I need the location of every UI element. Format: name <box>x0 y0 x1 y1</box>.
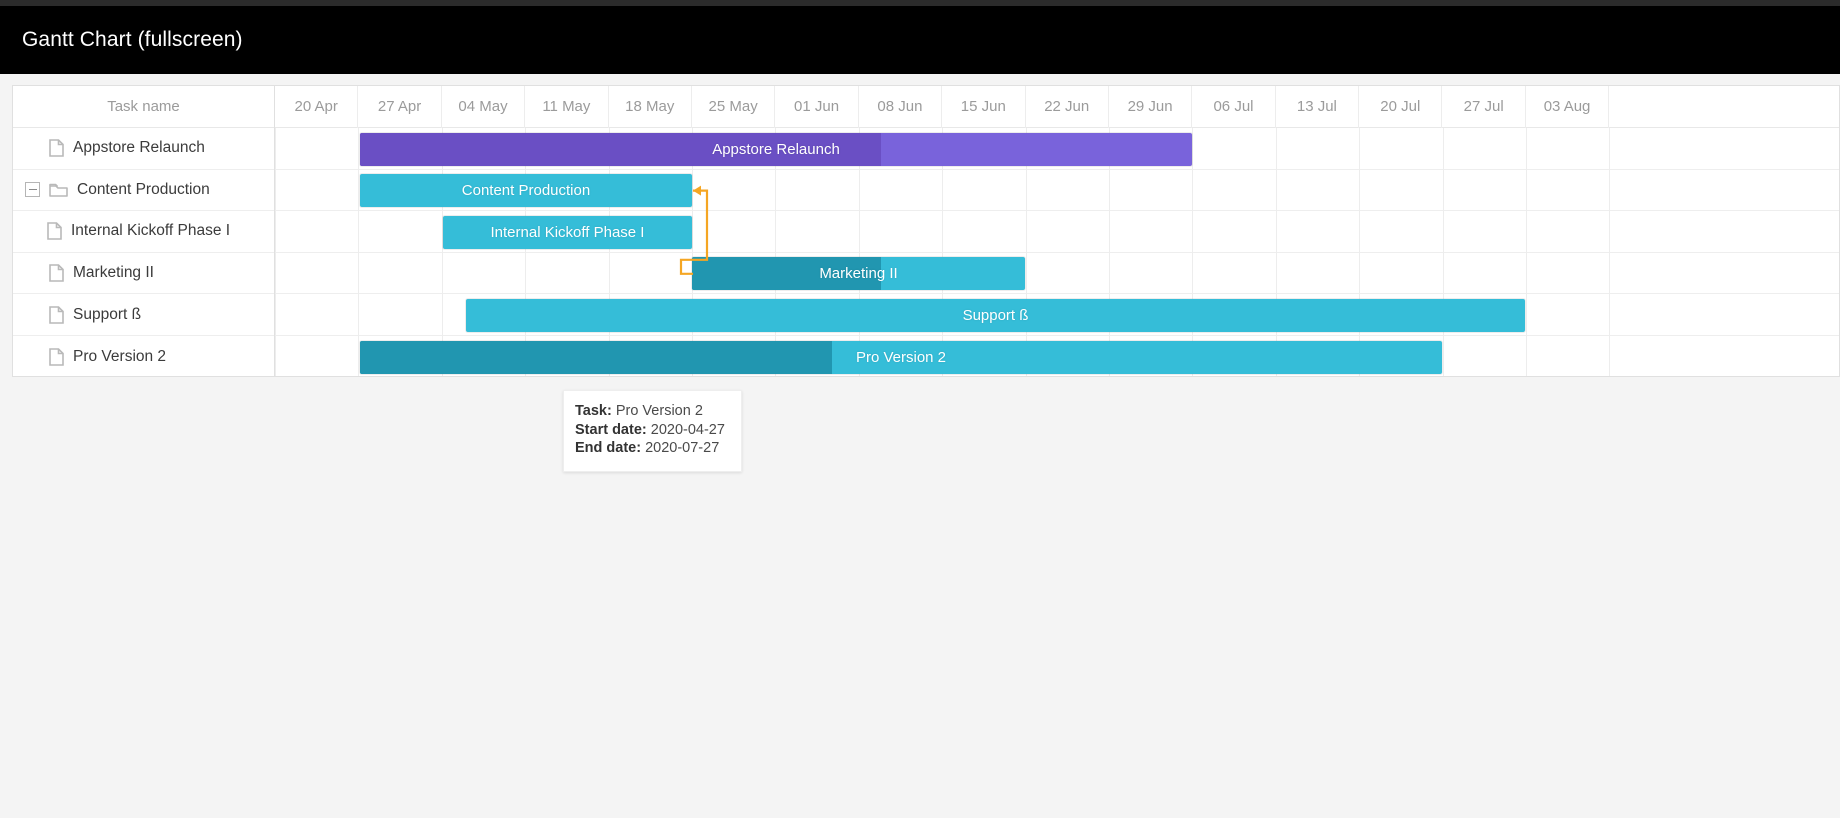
collapse-toggle-icon[interactable] <box>25 182 40 198</box>
task-name-label: Marketing II <box>73 264 154 282</box>
gantt-bar-label: Support ß <box>962 306 1029 324</box>
timeline-week-header: 29 Jun <box>1109 86 1193 128</box>
timeline-week-header: 22 Jun <box>1026 86 1109 128</box>
timeline-week-header: 20 Apr <box>275 86 359 128</box>
gantt-bar[interactable]: Content Production <box>360 174 692 208</box>
timeline-body[interactable]: Appstore Relaunch Content Production Inter… <box>275 128 1839 376</box>
task-row-list: Appstore Relaunch Content Production Inter… <box>13 128 274 376</box>
timeline-week-header: 11 May <box>525 86 609 128</box>
folder-icon <box>49 182 68 198</box>
gantt-bar-label: Internal Kickoff Phase I <box>490 223 645 241</box>
tooltip-end-line: End date: 2020-07-27 <box>575 439 725 458</box>
timeline-week-header: 18 May <box>609 86 692 128</box>
tooltip-start-line: Start date: 2020-04-27 <box>575 421 725 440</box>
file-icon <box>47 222 62 241</box>
task-row[interactable]: Internal Kickoff Phase I <box>13 211 274 253</box>
task-tooltip: Task: Pro Version 2 Start date: 2020-04-… <box>563 390 742 472</box>
tooltip-end-value: 2020-07-27 <box>645 440 720 457</box>
tooltip-end-label: End date: <box>575 440 642 457</box>
gantt-bar-label: Appstore Relaunch <box>712 140 840 158</box>
task-name-label: Content Production <box>77 180 210 198</box>
timeline-gridline <box>1442 128 1444 376</box>
gantt-bar[interactable]: Support ß <box>466 298 1525 332</box>
gantt-bar-label: Content Production <box>461 182 591 200</box>
gantt-bar-label: Pro Version 2 <box>855 348 947 366</box>
timeline-week-header: 01 Jun <box>775 86 859 128</box>
timeline-week-header: 25 May <box>692 86 776 128</box>
timeline-week-header: 15 Jun <box>942 86 1026 128</box>
task-name-grid: Task name Appstore Relaunch Content Produ… <box>13 86 275 376</box>
file-icon <box>49 305 64 324</box>
gantt-bar-progress <box>360 340 832 374</box>
gantt-bar[interactable]: Marketing II <box>692 257 1025 291</box>
gantt-bar[interactable]: Internal Kickoff Phase I <box>443 215 692 249</box>
timeline-week-header: 13 Jul <box>1276 86 1360 128</box>
gantt-bar[interactable]: Pro Version 2 <box>360 340 1442 374</box>
timeline-gridline <box>1609 128 1611 376</box>
task-row[interactable]: Content Production <box>13 170 274 212</box>
task-name-label: Appstore Relaunch <box>73 139 205 157</box>
timeline-week-header: 06 Jul <box>1192 86 1276 128</box>
tooltip-task-label: Task: <box>575 403 612 419</box>
file-icon <box>49 264 64 282</box>
timeline-gridline <box>1526 128 1527 376</box>
timeline-week-header: 20 Jul <box>1359 86 1443 128</box>
gantt-bar-label: Marketing II <box>819 265 898 283</box>
timeline-gridline <box>1192 128 1194 376</box>
timeline-week-header: 08 Jun <box>859 86 943 128</box>
task-name-label: Support ß <box>73 305 142 323</box>
task-row[interactable]: Support ß <box>13 294 274 336</box>
tooltip-task-line: Task: Pro Version 2 <box>575 402 725 421</box>
timeline-week-header: 27 Apr <box>358 86 442 128</box>
tooltip-start-value: 2020-04-27 <box>650 421 725 438</box>
task-name-label: Internal Kickoff Phase I <box>71 222 231 240</box>
timeline-row <box>275 253 1839 295</box>
task-name-column-header: Task name <box>13 86 274 128</box>
task-row[interactable]: Pro Version 2 <box>13 336 274 376</box>
app-title-bar: Gantt Chart (fullscreen) <box>0 6 1840 74</box>
timeline-gridline <box>1359 128 1361 376</box>
page-title: Gantt Chart (fullscreen) <box>22 28 243 51</box>
tooltip-task-value: Pro Version 2 <box>615 403 703 419</box>
gantt-chart[interactable]: Task name Appstore Relaunch Content Produ… <box>12 85 1840 377</box>
timeline-week-header: 04 May <box>442 86 526 128</box>
task-row[interactable]: Appstore Relaunch <box>13 128 274 170</box>
timeline-week-header: 03 Aug <box>1526 86 1610 128</box>
timeline-week-header: 27 Jul <box>1442 86 1526 128</box>
gantt-bar[interactable]: Appstore Relaunch <box>360 132 1192 166</box>
timeline-area: 20 Apr 27 Apr 04 May 11 May 18 May 25 May 01 J… <box>275 86 1839 376</box>
timeline-gridline <box>1275 128 1277 376</box>
file-icon <box>49 139 64 158</box>
timeline-header: 20 Apr 27 Apr 04 May 11 May 18 May 25 May 01 J… <box>275 86 1839 128</box>
tooltip-start-label: Start date: <box>575 421 647 438</box>
file-icon <box>49 347 64 366</box>
task-row[interactable]: Marketing II <box>13 253 274 295</box>
timeline-gridline <box>275 128 276 376</box>
task-name-label: Pro Version 2 <box>73 347 167 365</box>
